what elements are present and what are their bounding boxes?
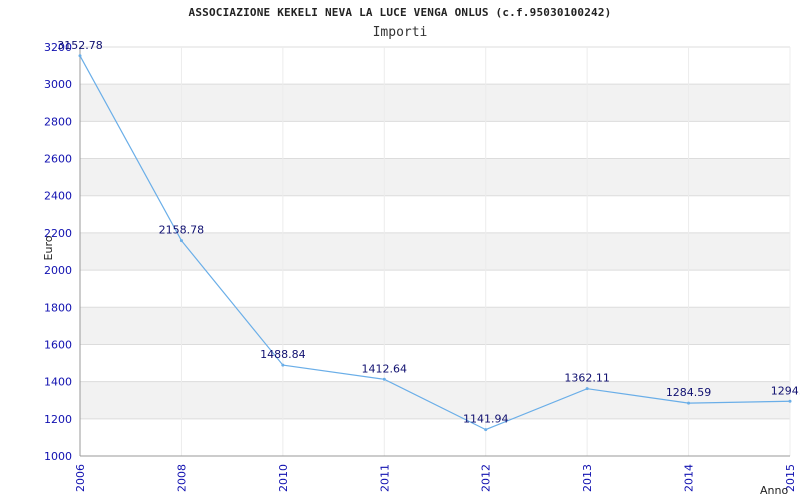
x-tick-label: 2008	[175, 464, 188, 492]
data-point	[585, 387, 589, 391]
data-point	[382, 377, 386, 381]
data-label: 1488.84	[260, 348, 306, 361]
grid-band	[80, 158, 790, 196]
grid-band	[80, 232, 790, 271]
y-tick-label: 1000	[44, 450, 72, 463]
data-point	[484, 428, 488, 432]
x-tick-label: 2006	[74, 464, 87, 492]
y-tick-label: 1800	[44, 301, 72, 314]
grid-band	[80, 307, 790, 345]
data-point	[687, 401, 691, 405]
y-tick-label: 1200	[44, 413, 72, 426]
plot-area: 1000120014001600180020002200240026002800…	[42, 39, 800, 497]
data-label: 1284.59	[666, 386, 712, 399]
x-tick-label: 2010	[277, 464, 290, 492]
data-label: 1294.3	[771, 384, 800, 397]
y-tick-label: 2400	[44, 190, 72, 203]
x-tick-label: 2012	[480, 464, 493, 492]
data-point	[179, 239, 183, 243]
y-tick-label: 2600	[44, 153, 72, 166]
data-label: 1412.64	[362, 362, 408, 375]
data-label: 1362.11	[564, 372, 610, 385]
y-axis-title: Euro	[42, 235, 55, 260]
y-tick-label: 2000	[44, 264, 72, 277]
data-label: 3152.78	[57, 39, 103, 52]
y-tick-label: 2800	[44, 115, 72, 128]
grid-band	[80, 84, 790, 122]
y-tick-label: 1400	[44, 376, 72, 389]
data-label: 2158.78	[159, 224, 205, 237]
data-label: 1141.94	[463, 413, 509, 426]
x-tick-label: 2013	[581, 464, 594, 492]
x-tick-label: 2014	[683, 464, 696, 492]
y-tick-label: 1600	[44, 338, 72, 351]
y-tick-label: 3000	[44, 78, 72, 91]
x-tick-label: 2011	[378, 464, 391, 492]
data-point	[788, 399, 792, 403]
data-point	[78, 54, 82, 58]
chart: ASSOCIAZIONE KEKELI NEVA LA LUCE VENGA O…	[0, 0, 800, 500]
data-point	[281, 363, 285, 367]
x-axis-title: Anno	[760, 484, 788, 497]
